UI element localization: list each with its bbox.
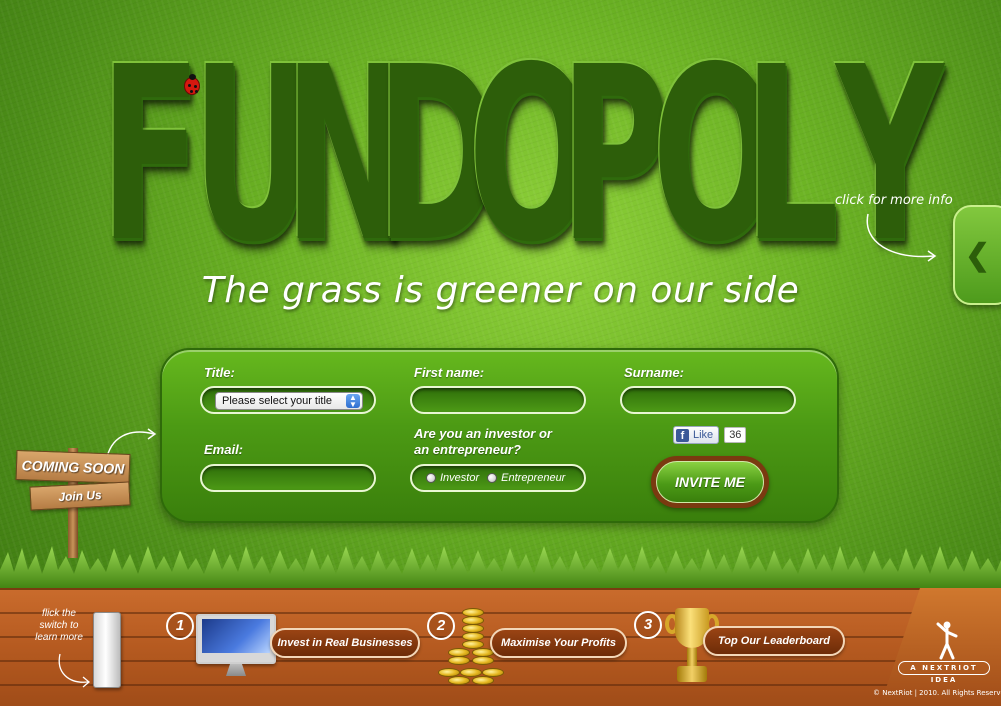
surname-label: Surname: [624,365,684,380]
step-number: 1 [166,612,194,640]
logo-letter: P [560,15,669,295]
nextriot-badge[interactable]: A NEXTRIOT IDEA [898,661,990,684]
surname-field[interactable] [620,386,796,414]
grass-strip [0,546,1001,590]
logo-letter: O [652,15,778,295]
like-count: 36 [724,427,747,443]
curved-arrow-icon [866,213,937,262]
learn-more-switch[interactable] [93,612,121,688]
flick-switch-hint: flick the switch to learn more [35,608,83,643]
fundopoly-logo: F U N D O P O L Y [100,15,944,295]
email-field[interactable] [200,464,376,492]
imac-icon [196,614,276,676]
role-question-line1: Are you an investor or [414,426,552,441]
like-label: Like [693,429,714,441]
step-invest-button[interactable]: Invest in Real Businesses [270,628,420,658]
tagline: The grass is greener on our side [201,270,800,311]
role-question-line2: an entrepreneur? [414,442,521,457]
first-name-field[interactable] [410,386,586,414]
step-profits-button[interactable]: Maximise Your Profits [490,628,627,658]
facebook-like-button[interactable]: f Like [673,426,720,444]
investor-radio-label: Investor [440,472,480,484]
curved-arrow-icon [58,653,91,688]
facebook-like: f Like 36 [673,426,747,444]
step-number: 3 [634,611,662,639]
coming-soon-sign: COMING SOON [15,450,131,484]
copyright-text: © NextRiot | 2010. All Rights Reserved [873,689,1001,697]
logo-letter: D [376,15,500,295]
facebook-icon: f [676,428,689,442]
logo-letter: O [468,15,594,295]
ladybug-icon [184,74,200,95]
updown-arrow-icon: ▲ ▼ [346,394,360,409]
logo-letter: N [284,15,409,295]
title-select-value: Please select your title [222,395,333,407]
entrepreneur-radio-label: Entrepreneur [501,472,566,484]
more-info-tab[interactable]: ❮ [953,205,1001,305]
role-field: Investor Entrepreneur [410,464,586,492]
step-leaderboard-button[interactable]: Top Our Leaderboard [703,626,845,656]
entrepreneur-radio[interactable] [487,473,498,483]
signup-form: Title: Please select your title ▲ ▼ First… [160,348,839,523]
invite-me-label: INVITE ME [656,461,764,503]
logo-letter: U [192,15,313,295]
role-radio-group: Investor Entrepreneur [412,466,584,490]
nextriot-figure-icon [936,621,958,660]
chevron-left-icon: ❮ [965,238,991,272]
title-label: Title: [204,365,235,380]
title-field: Please select your title ▲ ▼ [200,386,376,414]
role-question: Are you an investor or an entrepreneur? [414,426,552,458]
invite-me-button[interactable]: INVITE ME [651,456,769,508]
logo-letter: F [100,15,202,295]
email-label: Email: [204,442,244,457]
first-name-label: First name: [414,365,485,380]
logo-letter: L [744,15,839,295]
investor-radio[interactable] [426,473,436,483]
more-info-hint: click for more info [835,193,953,208]
title-select[interactable]: Please select your title ▲ ▼ [215,392,363,410]
join-us-sign[interactable]: Join Us [29,481,131,511]
